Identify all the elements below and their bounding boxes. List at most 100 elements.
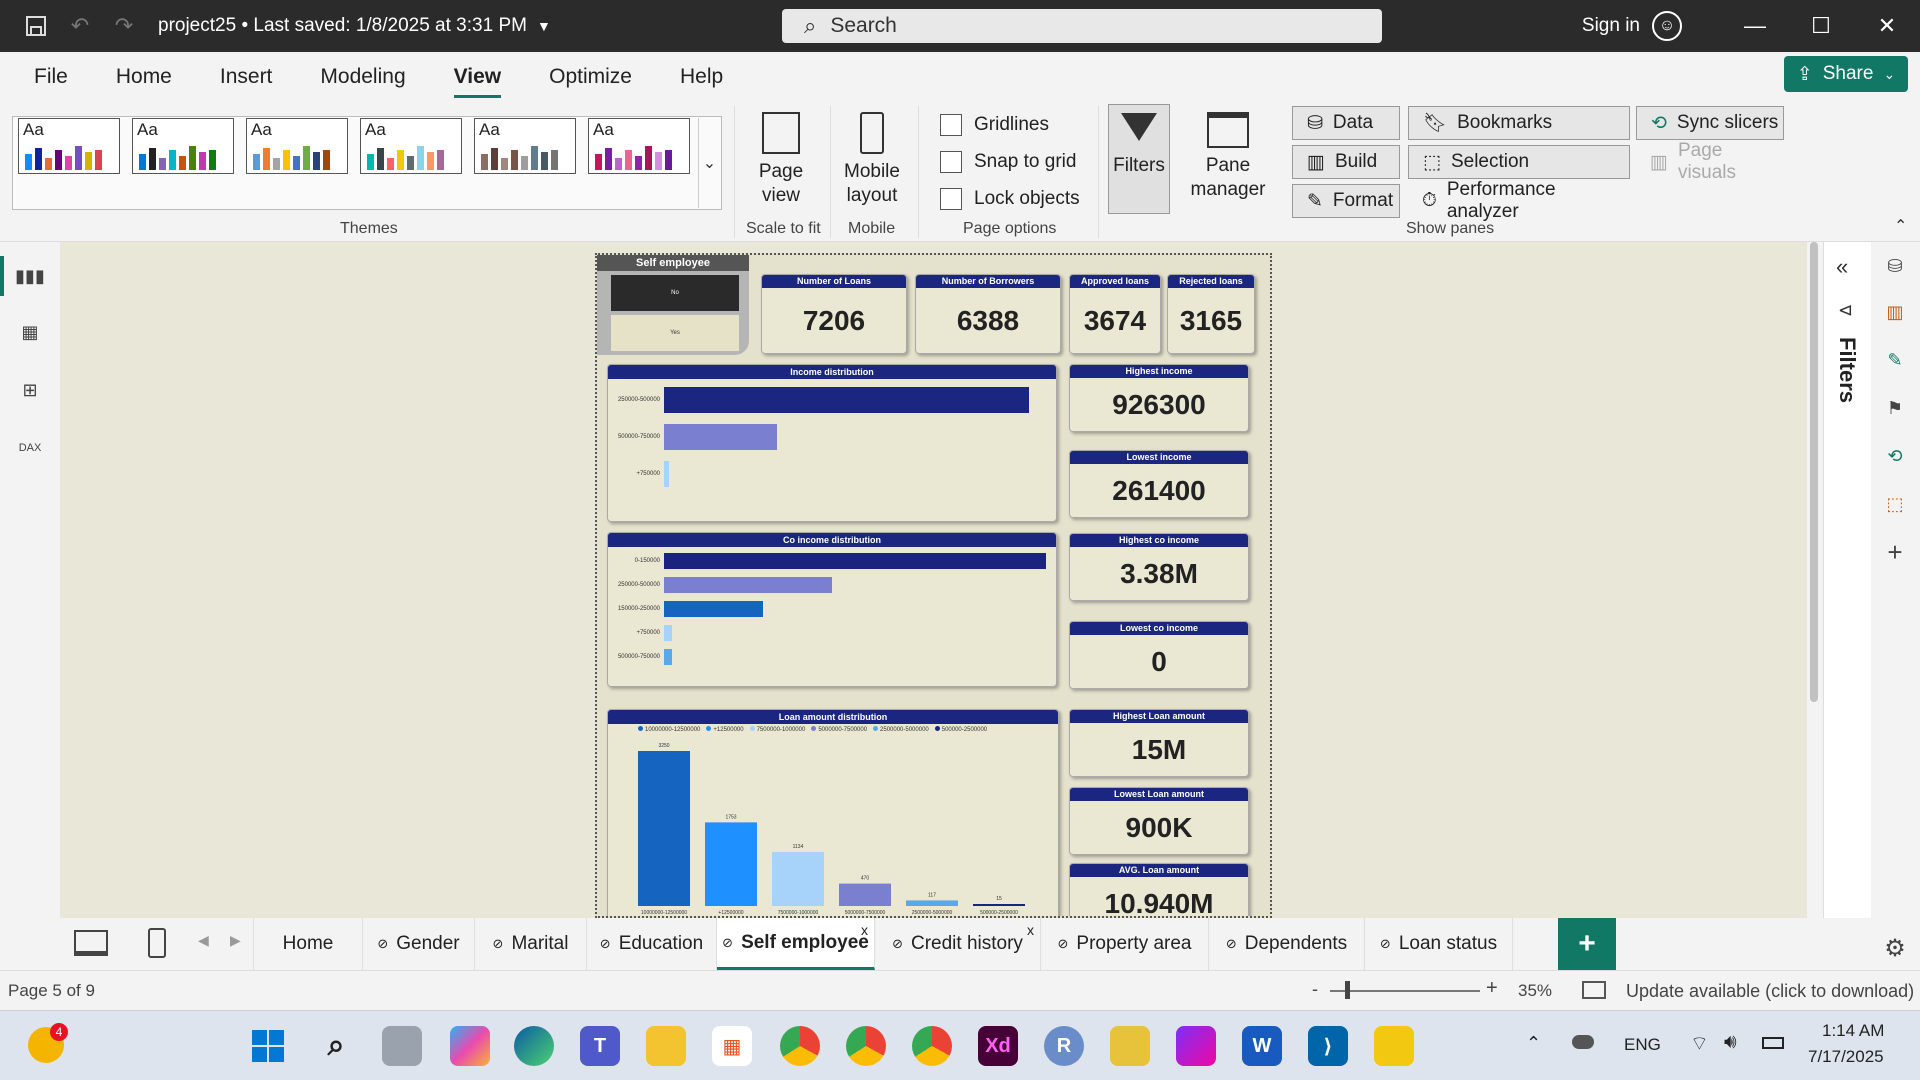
page-view-button[interactable]: Page view: [748, 112, 814, 208]
update-available-link[interactable]: Update available (click to download): [1626, 981, 1914, 1002]
tab-scroll-left-icon[interactable]: ◀: [198, 932, 209, 949]
tab-credit-history[interactable]: ⊘ Credit history x: [875, 918, 1041, 970]
teams-icon[interactable]: T: [580, 1026, 620, 1066]
collapse-ribbon-icon[interactable]: ⌃: [1894, 216, 1907, 236]
battery-icon[interactable]: [1762, 1037, 1784, 1049]
fit-to-page-icon[interactable]: [1582, 981, 1606, 999]
desktop-view-icon[interactable]: [74, 930, 108, 956]
bar[interactable]: [772, 851, 824, 906]
zoom-in-button[interactable]: +: [1486, 977, 1498, 1000]
theme-thumbnail[interactable]: Aa: [132, 118, 234, 174]
selection-pane-button[interactable]: ⬚ Selection: [1408, 145, 1630, 179]
task-view-icon[interactable]: [382, 1026, 422, 1066]
canvas-scrollbar[interactable]: [1807, 242, 1823, 918]
lock-objects-checkbox[interactable]: Lock objects: [940, 188, 1080, 210]
menu-optimize[interactable]: Optimize: [525, 52, 656, 102]
sync-slicers-pane-icon[interactable]: ⟲: [1881, 442, 1909, 470]
power-bi-icon[interactable]: [1374, 1026, 1414, 1066]
tab-loan-status[interactable]: ⊘ Loan status: [1365, 918, 1513, 970]
menu-file[interactable]: File: [0, 52, 92, 102]
bar[interactable]: [664, 461, 670, 487]
bar[interactable]: [664, 649, 672, 665]
selection-pane-icon[interactable]: ⬚: [1881, 490, 1909, 518]
loan-amount-distribution-chart[interactable]: Loan amount distribution 10000000-125000…: [607, 709, 1059, 916]
menu-view[interactable]: View: [430, 52, 525, 102]
bar[interactable]: [664, 625, 672, 641]
close-tab-icon[interactable]: x: [861, 922, 868, 938]
chrome-icon[interactable]: [780, 1026, 820, 1066]
theme-thumbnail[interactable]: Aa: [474, 118, 576, 174]
settings-gear-icon[interactable]: ⚙: [1881, 934, 1909, 962]
theme-thumbnail[interactable]: Aa: [588, 118, 690, 174]
language-indicator[interactable]: ENG: [1624, 1035, 1661, 1055]
slicer-item-no[interactable]: No: [611, 275, 739, 311]
clock-time[interactable]: 1:14 AM: [1822, 1021, 1884, 1041]
model-view-icon[interactable]: ⊞: [16, 376, 44, 404]
menu-modeling[interactable]: Modeling: [296, 52, 429, 102]
data-pane-icon[interactable]: ⛁: [1881, 252, 1909, 280]
filters-button[interactable]: Filters: [1108, 104, 1170, 214]
format-pane-icon[interactable]: ✎: [1881, 346, 1909, 374]
redo-icon[interactable]: ↷: [102, 0, 146, 52]
bar[interactable]: [705, 822, 757, 906]
bookmark-pane-icon[interactable]: ⚑: [1881, 394, 1909, 422]
add-pane-icon[interactable]: +: [1881, 537, 1909, 567]
bar[interactable]: [664, 577, 833, 593]
bar[interactable]: [664, 553, 1046, 569]
slicer-item-yes[interactable]: Yes: [611, 315, 739, 351]
save-icon[interactable]: [14, 0, 58, 52]
tab-gender[interactable]: ⊘ Gender: [363, 918, 475, 970]
tab-dependents[interactable]: ⊘ Dependents: [1209, 918, 1365, 970]
theme-thumbnail[interactable]: Aa: [360, 118, 462, 174]
close-icon[interactable]: ✕: [1854, 0, 1920, 52]
undo-icon[interactable]: ↶: [58, 0, 102, 52]
tab-scroll-right-icon[interactable]: ▶: [230, 932, 241, 949]
account-icon[interactable]: ☺: [1652, 11, 1682, 41]
vscode-icon[interactable]: ⟩: [1308, 1026, 1348, 1066]
bar[interactable]: [664, 424, 778, 450]
bar[interactable]: [638, 751, 690, 906]
word-icon[interactable]: W: [1242, 1026, 1282, 1066]
tab-self-employee[interactable]: ⊘ Self employee x: [717, 918, 875, 970]
close-tab-icon[interactable]: x: [1027, 922, 1034, 938]
maximize-icon[interactable]: ☐: [1788, 0, 1854, 52]
search-icon[interactable]: ⌕: [316, 1026, 356, 1066]
file-title[interactable]: project25 • Last saved: 1/8/2025 at 3:31…: [158, 15, 551, 37]
share-button[interactable]: ⇪ Share ⌄: [1784, 56, 1908, 92]
bookmarks-pane-button[interactable]: 🔖︎ Bookmarks: [1408, 106, 1630, 140]
copilot-icon[interactable]: [450, 1026, 490, 1066]
menu-help[interactable]: Help: [656, 52, 747, 102]
menu-home[interactable]: Home: [92, 52, 196, 102]
gridlines-checkbox[interactable]: Gridlines: [940, 114, 1049, 136]
zoom-level[interactable]: 35%: [1518, 981, 1552, 1001]
volume-icon[interactable]: 🔊︎: [1724, 1031, 1737, 1054]
themes-expand-icon[interactable]: ⌄: [698, 118, 720, 208]
scrollbar-thumb[interactable]: [1810, 242, 1818, 702]
report-view-icon[interactable]: ▮▮▮: [15, 262, 45, 290]
build-pane-button[interactable]: ▥ Build: [1292, 145, 1400, 179]
tab-education[interactable]: ⊘ Education: [587, 918, 717, 970]
self-employee-slicer[interactable]: Self employee No Yes: [597, 255, 749, 355]
bar[interactable]: [906, 900, 958, 906]
add-page-button[interactable]: +: [1558, 918, 1616, 970]
build-pane-icon[interactable]: ▥: [1881, 298, 1909, 326]
bar[interactable]: [664, 387, 1029, 413]
minimize-icon[interactable]: —: [1722, 0, 1788, 52]
edge-browser-icon[interactable]: [514, 1026, 554, 1066]
dax-query-icon[interactable]: DAX: [16, 434, 44, 462]
onedrive-icon[interactable]: [1572, 1035, 1594, 1049]
format-pane-button[interactable]: ✎ Format: [1292, 184, 1400, 218]
tab-home[interactable]: Home: [253, 918, 363, 970]
store-icon[interactable]: ▦: [712, 1026, 752, 1066]
start-windows-icon[interactable]: [248, 1026, 288, 1066]
theme-thumbnail[interactable]: Aa: [246, 118, 348, 174]
mobile-view-icon[interactable]: [148, 928, 166, 958]
r-icon[interactable]: R: [1044, 1026, 1084, 1066]
clock-date[interactable]: 7/17/2025: [1808, 1047, 1884, 1067]
pane-manager-button[interactable]: Pane manager: [1180, 112, 1276, 202]
file-explorer-icon[interactable]: [646, 1026, 686, 1066]
zoom-out-button[interactable]: -: [1312, 979, 1318, 1000]
adobe-xd-icon[interactable]: Xd: [978, 1026, 1018, 1066]
tab-property-area[interactable]: ⊘ Property area: [1041, 918, 1209, 970]
table-view-icon[interactable]: ▦: [16, 318, 44, 346]
